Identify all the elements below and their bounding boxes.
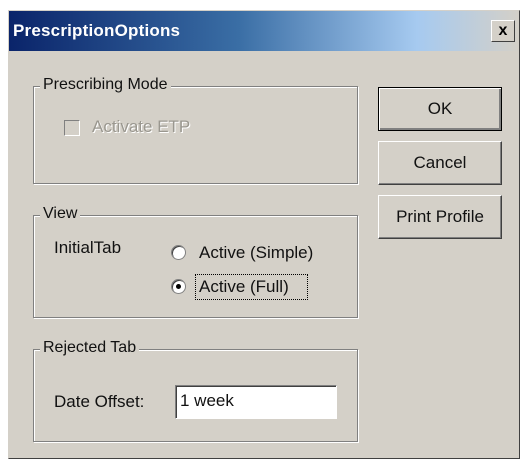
cancel-button-label: Cancel bbox=[413, 153, 467, 172]
view-legend: View bbox=[40, 205, 81, 223]
radio-active-full-label[interactable]: Active (Full) bbox=[199, 277, 289, 297]
title-bar[interactable]: PrescriptionOptions x bbox=[9, 11, 519, 51]
date-offset-label: Date Offset: bbox=[54, 392, 145, 411]
prescribing-mode-legend: Prescribing Mode bbox=[40, 76, 171, 94]
rejected-tab-legend: Rejected Tab bbox=[40, 339, 140, 357]
radio-active-simple[interactable] bbox=[171, 245, 186, 260]
activate-etp-label: Activate ETP bbox=[92, 117, 191, 136]
close-button[interactable]: x bbox=[491, 20, 515, 42]
radio-active-full[interactable] bbox=[171, 279, 186, 294]
ok-button[interactable]: OK bbox=[378, 87, 502, 131]
radio-selected-dot bbox=[176, 284, 181, 289]
rejected-tab-group: Rejected Tab Date Offset: 1 week bbox=[33, 339, 358, 442]
view-group: View InitialTab Active (Simple) Active (… bbox=[33, 205, 358, 318]
activate-etp-checkbox[interactable] bbox=[64, 120, 80, 136]
radio-active-simple-label[interactable]: Active (Simple) bbox=[199, 243, 313, 263]
prescription-options-dialog: PrescriptionOptions x Prescribing Mode A… bbox=[8, 10, 520, 459]
print-profile-button[interactable]: Print Profile bbox=[378, 195, 502, 239]
ok-button-label: OK bbox=[427, 99, 453, 118]
date-offset-input[interactable]: 1 week bbox=[175, 385, 337, 419]
print-profile-button-label: Print Profile bbox=[396, 207, 484, 226]
cancel-button[interactable]: Cancel bbox=[378, 141, 502, 185]
initial-tab-label: InitialTab bbox=[54, 238, 122, 257]
close-icon: x bbox=[498, 22, 508, 39]
prescribing-mode-group: Prescribing Mode Activate ETP bbox=[33, 76, 358, 184]
window-title: PrescriptionOptions bbox=[13, 21, 181, 40]
